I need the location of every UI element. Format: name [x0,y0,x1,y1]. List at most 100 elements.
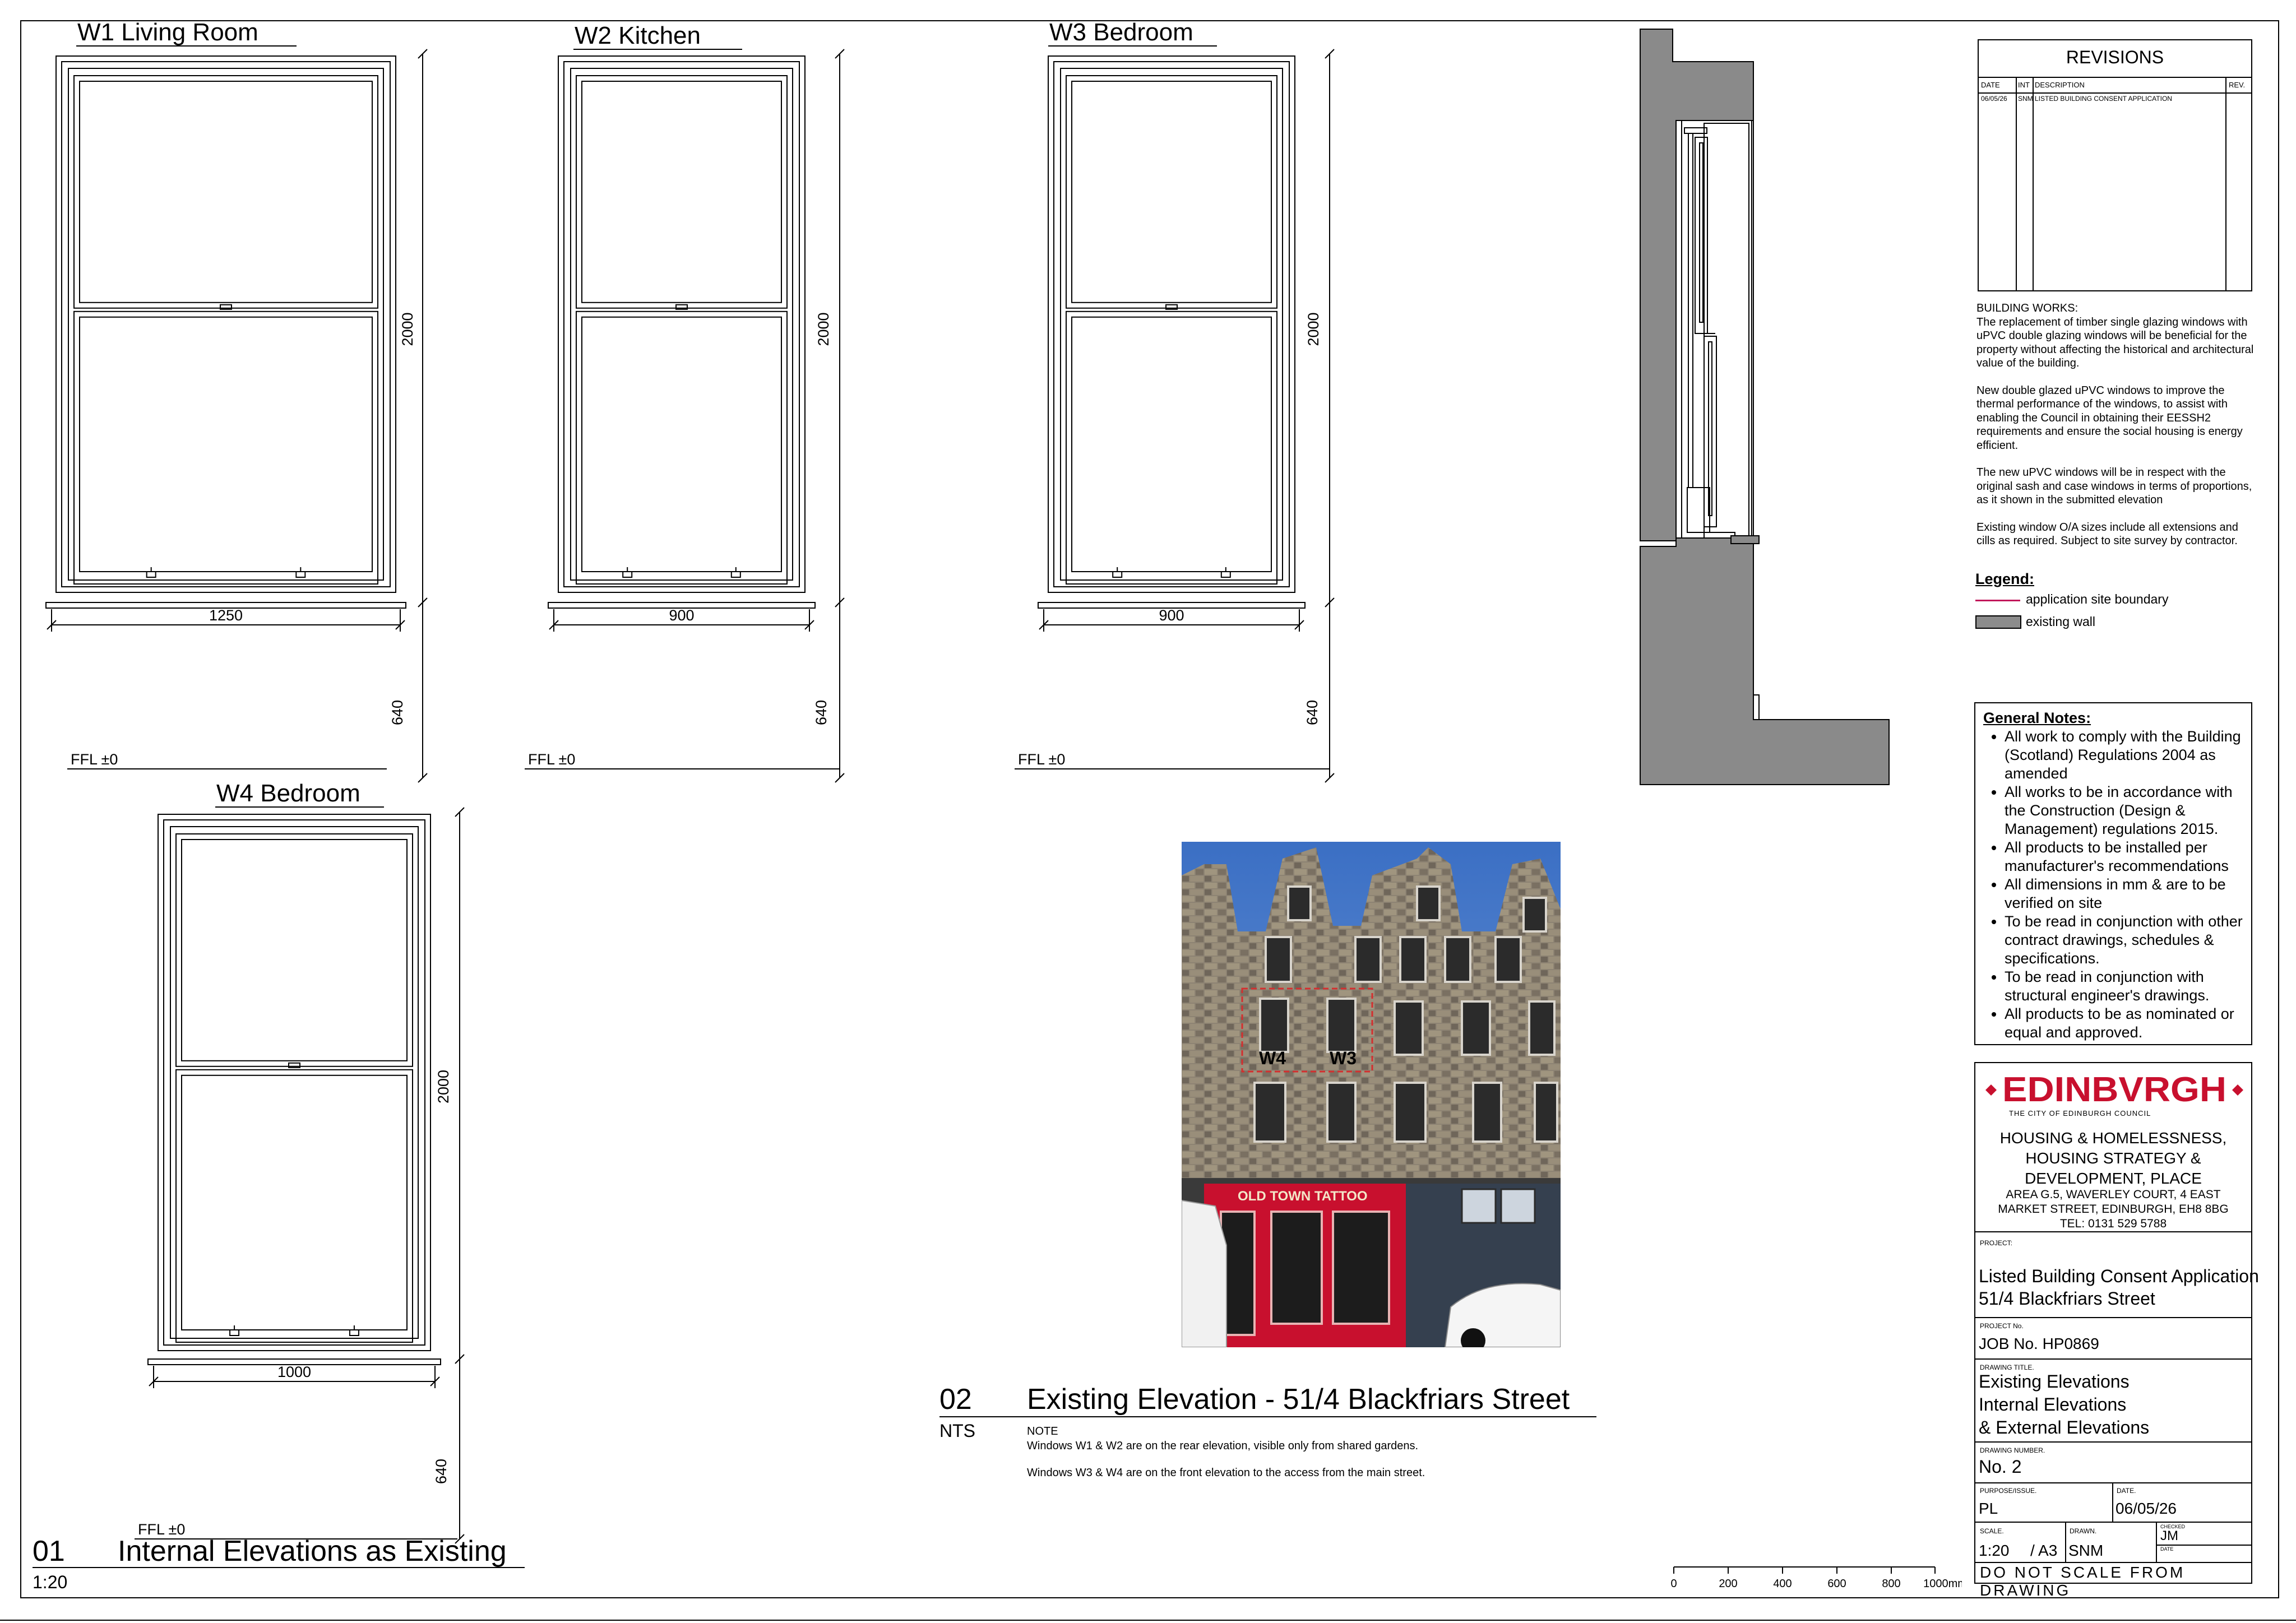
dept-line-2: HOUSING STRATEGY & [2025,1149,2201,1167]
upper-sash-glass [581,81,782,303]
photo-shop-sign: OLD TOWN TATTOO [1238,1189,1368,1204]
upper-sash [175,833,413,1067]
legend-wall-label: existing wall [2026,614,2095,629]
width-dimension: 1000 [277,1364,311,1380]
project-line-1: Listed Building Consent Application [1979,1266,2259,1286]
scale-tick-200: 200 [1719,1578,1737,1590]
sash-lift [1112,571,1123,578]
height-dimension: 2000 [815,312,832,346]
checked-value: JM [2160,1528,2178,1543]
upper-sash [1066,75,1277,309]
sash-lift [229,1329,240,1336]
list-item: All work to comply with the Building (Sc… [2005,727,2243,783]
scale-label: SCALE. [1980,1527,2004,1535]
sash-lift [730,571,741,578]
sash-lift [1220,571,1231,578]
window-section-detail [1640,29,1890,785]
lower-sash [175,1069,413,1343]
ffl-label: FFL ±0 [1018,751,1065,768]
window-label: W3 Bedroom [1049,18,1193,46]
building-works-p1: The replacement of timber single glazing… [1976,316,2254,370]
lower-sash-glass [1071,316,1272,572]
photo-label-w3: W3 [1330,1048,1357,1068]
rev-header-description: DESCRIPTION [2035,81,2085,89]
window-elevation-w2: W2 Kitchen 900 2000 640 FFL ±0 [525,22,845,783]
rev-header-date: DATE [1981,81,2000,89]
legend-wall-swatch [1975,615,2021,629]
upper-sash [576,75,788,309]
drawing-01-scale: 1:20 [33,1572,67,1592]
sill-height-dimension: 640 [1304,700,1321,725]
drawn-label: DRAWN. [2070,1527,2097,1535]
rev-header-rev: REV. [2229,81,2246,89]
date-value: 06/05/26 [2116,1500,2177,1517]
logo-wordmark: EDINBVRGH [2002,1071,2226,1109]
elevations-drawing: W1 Living Room12502000640FFL ±0W2 Kitche… [33,18,1962,1592]
drawing-title-line-2: Internal Elevations [1979,1394,2127,1415]
scale-bar-labels: 0 200 400 600 800 1000mm [1670,1578,1962,1590]
list-item: All dimensions in mm & are to be verifie… [2005,875,2243,912]
revisions-header: DATE INT DESCRIPTION REV. [1979,77,2251,94]
ffl-label: FFL ±0 [71,751,118,768]
sill-height-dimension: 640 [389,700,406,725]
window-label: W1 Living Room [77,18,258,46]
building-works-notes: BUILDING WORKS: The replacement of timbe… [1976,302,2257,562]
upper-sash [73,75,378,309]
legend-boundary-swatch [1975,600,2020,601]
building-works-p3: The new uPVC windows will be in respect … [1976,466,2252,506]
department-name: HOUSING & HOMELESSNESS, HOUSING STRATEGY… [1975,1128,2251,1189]
list-item: All products to be installed per manufac… [2005,838,2243,875]
council-address: AREA G.5, WAVERLEY COURT, 4 EAST MARKET … [1975,1188,2251,1231]
ffl-label: FFL ±0 [528,751,575,768]
scale-bar [1673,1566,1936,1574]
table-row: 06/05/26 SNM LISTED BUILDING CONSENT APP… [1979,92,2251,106]
list-item: All works to be in accordance with the C… [2005,783,2243,838]
lower-sash-glass [581,316,782,572]
drawing-number: No. 2 [1979,1457,2022,1477]
upper-sash-glass [1071,81,1272,303]
window-elevation-w1: W1 Living Room 1250 2000 640 FFL ±0 [45,18,428,783]
drawing-02-scale: NTS [939,1421,975,1441]
lower-sash-glass [79,316,373,572]
drawing-01-title: Internal Elevations as Existing [118,1535,507,1568]
lower-sash [1066,310,1277,585]
general-notes: General Notes: All work to comply with t… [1974,702,2252,1045]
scale-tick-800: 800 [1882,1578,1900,1590]
building-works-p4: Existing window O/A sizes include all ex… [1976,521,2238,548]
drawn-value: SNM [2068,1542,2104,1559]
rev-header-int: INT [2018,81,2030,89]
rev-row-date: 06/05/26 [1981,95,2007,103]
rev-row-description: LISTED BUILDING CONSENT APPLICATION [2035,95,2172,103]
lower-sash [576,310,788,585]
general-notes-title: General Notes: [1983,710,2091,726]
legend-title: Legend: [1975,571,2034,587]
scale-tick-600: 600 [1827,1578,1846,1590]
drawing-02-title: Existing Elevation - 51/4 Blackfriars St… [1027,1383,1570,1416]
height-dimension: 2000 [1305,312,1322,346]
sill-height-dimension: 640 [813,700,830,725]
drawing-number-label: DRAWING NUMBER. [1980,1446,2045,1454]
dept-line-1: HOUSING & HOMELESSNESS, [1999,1129,2227,1147]
drawing-02-number: 02 [939,1383,972,1416]
window-outer-frame [558,55,806,593]
upper-sash-glass [79,81,373,303]
lower-sash [73,310,378,585]
sash-lift [146,571,156,578]
width-dimension: 900 [1159,607,1184,624]
sill-height-dimension: 640 [433,1459,450,1484]
drawing-02-note-2: Windows W3 & W4 are on the front elevati… [1027,1467,1425,1479]
purpose-label: PURPOSE/ISSUE. [1980,1487,2037,1495]
drawing-title-line-1: Existing Elevations [1979,1371,2130,1392]
legend-boundary-label: application site boundary [2026,592,2169,606]
project-line-2: 51/4 Blackfriars Street [1979,1288,2155,1309]
height-dimension: 2000 [399,312,416,346]
list-item: To be read in conjunction with structura… [2005,968,2243,1005]
sheet-size: / A3 [2030,1542,2058,1559]
sash-lift [622,571,633,578]
drawing-01-number: 01 [33,1535,65,1568]
date2-label: DATE [2160,1546,2174,1552]
photo-label-w4: W4 [1259,1048,1286,1068]
scale-tick-400: 400 [1773,1578,1792,1590]
scale-tick-0: 0 [1670,1578,1677,1590]
building-works-p2: New double glazed uPVC windows to improv… [1976,384,2243,452]
